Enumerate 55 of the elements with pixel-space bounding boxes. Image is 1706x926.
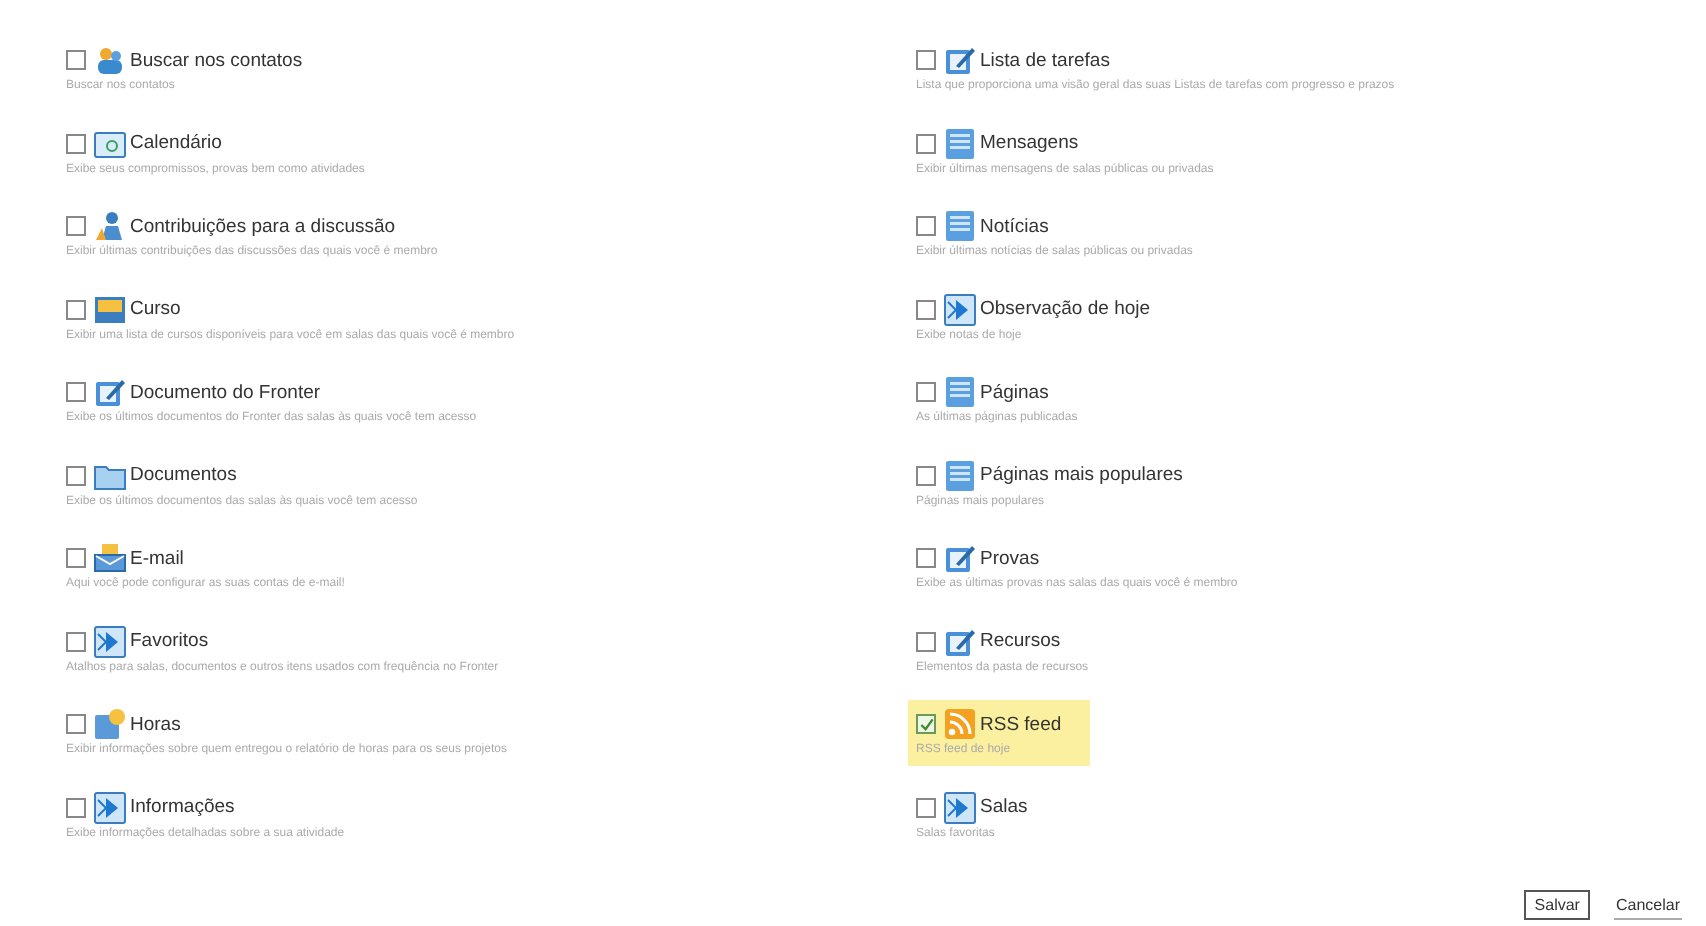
widget-title: Páginas	[980, 381, 1049, 403]
document-pen-icon	[944, 542, 976, 574]
widget-title: Informações	[130, 796, 235, 818]
page-icon	[944, 459, 976, 491]
checkbox[interactable]	[66, 50, 86, 70]
envelope-icon	[94, 542, 126, 574]
widget-title: Curso	[130, 298, 181, 320]
document-pen-icon	[94, 376, 126, 408]
widget-title: Favoritos	[130, 630, 209, 652]
checkbox[interactable]	[916, 714, 936, 734]
page-icon	[944, 376, 976, 408]
people-icon	[94, 44, 126, 76]
widget-title: Salas	[980, 796, 1028, 818]
widget-title: E-mail	[130, 547, 184, 569]
page-icon	[944, 127, 976, 159]
widget-title: Horas	[130, 713, 181, 735]
checkbox[interactable]	[916, 50, 936, 70]
checkbox[interactable]	[66, 216, 86, 236]
checkbox[interactable]	[66, 465, 86, 485]
checkbox[interactable]	[66, 548, 86, 568]
widget-title: Notícias	[980, 215, 1049, 237]
widget-title: Páginas mais populares	[980, 464, 1183, 486]
save-button[interactable]: Salvar	[1524, 890, 1590, 920]
page-icon	[944, 210, 976, 242]
widget-title: Provas	[980, 547, 1040, 569]
checkbox[interactable]	[66, 631, 86, 651]
widget-title: Buscar nos contatos	[130, 49, 303, 71]
widget-title: RSS feed	[980, 713, 1062, 735]
checkbox[interactable]	[66, 133, 86, 153]
widget-title: Mensagens	[980, 132, 1079, 154]
checkbox[interactable]	[916, 548, 936, 568]
widget-title: Documentos	[130, 464, 237, 486]
checkbox[interactable]	[66, 714, 86, 734]
widget-title: Calendário	[130, 132, 222, 154]
course-icon	[94, 293, 126, 325]
document-pen-icon	[944, 625, 976, 657]
widget-title: Recursos	[980, 630, 1061, 652]
checkbox[interactable]	[916, 299, 936, 319]
widget-title: Documento do Fronter	[130, 381, 321, 403]
checkbox[interactable]	[66, 797, 86, 817]
calendar-icon	[94, 127, 126, 159]
widget-title: Lista de tarefas	[980, 49, 1110, 71]
checkbox[interactable]	[916, 465, 936, 485]
widget-title: Contribuições para a discussão	[130, 215, 396, 237]
checkbox[interactable]	[916, 133, 936, 153]
widget-title: Observação de hoje	[980, 298, 1151, 320]
document-pen-icon	[944, 44, 976, 76]
checkbox[interactable]	[66, 382, 86, 402]
checkbox[interactable]	[916, 797, 936, 817]
rss-icon	[944, 708, 976, 740]
checkbox[interactable]	[66, 299, 86, 319]
person-icon	[94, 210, 126, 242]
checkbox[interactable]	[916, 382, 936, 402]
checkbox[interactable]	[916, 216, 936, 236]
checkbox[interactable]	[916, 631, 936, 651]
